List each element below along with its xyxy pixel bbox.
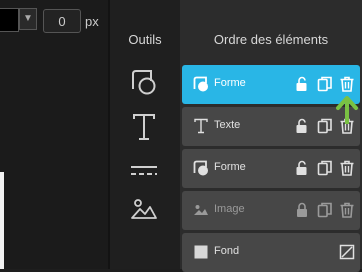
layer-row-text[interactable]: Texte — [182, 107, 360, 146]
lock-icon[interactable] — [294, 202, 310, 218]
stroke-width-unit: px — [85, 14, 99, 29]
properties-panel: ▼ px — [0, 0, 108, 269]
layer-label: Texte — [214, 119, 241, 131]
duplicate-icon[interactable] — [317, 202, 333, 218]
unlock-icon[interactable] — [294, 160, 310, 176]
tools-panel: Outils — [110, 0, 180, 269]
stroke-color-dropdown[interactable]: ▼ — [19, 8, 37, 30]
unlock-icon[interactable] — [294, 118, 310, 134]
line-tool-button[interactable] — [127, 154, 161, 188]
trash-icon[interactable] — [339, 160, 355, 176]
tools-title: Outils — [128, 32, 162, 47]
highlight-arrow-icon — [336, 96, 358, 124]
shape-icon — [193, 76, 208, 92]
layer-row-image[interactable]: Image — [182, 191, 360, 230]
shape-tool-icon — [132, 70, 156, 95]
trash-icon[interactable] — [339, 76, 355, 92]
image-tool-icon — [131, 199, 157, 219]
line-tool-icon — [131, 166, 157, 175]
text-tool-button[interactable] — [127, 110, 161, 144]
stroke-color-swatch[interactable] — [0, 8, 19, 32]
background-icon — [194, 245, 208, 259]
layer-row-shape-1[interactable]: Forme — [182, 65, 360, 104]
canvas-edge — [0, 172, 4, 269]
unlock-icon[interactable] — [294, 76, 310, 92]
text-icon — [194, 118, 208, 134]
layer-label: Forme — [214, 77, 246, 89]
stroke-width-input[interactable] — [43, 9, 81, 33]
layer-label: Fond — [214, 245, 240, 257]
layers-title: Ordre des éléments — [213, 32, 329, 47]
layers-panel: Ordre des éléments Forme Texte Forme Ima… — [180, 0, 362, 272]
duplicate-icon[interactable] — [317, 118, 333, 134]
duplicate-icon[interactable] — [317, 76, 333, 92]
image-icon — [194, 205, 208, 215]
duplicate-icon[interactable] — [317, 160, 333, 176]
text-tool-icon — [133, 114, 155, 140]
resize-icon[interactable] — [339, 244, 355, 260]
shape-icon — [193, 160, 208, 176]
layer-label: Forme — [214, 161, 246, 173]
shape-tool-button[interactable] — [127, 65, 161, 99]
trash-icon[interactable] — [339, 202, 355, 218]
layer-label: Image — [214, 203, 245, 215]
layer-row-background[interactable]: Fond — [182, 233, 360, 272]
layer-row-shape-2[interactable]: Forme — [182, 149, 360, 188]
image-tool-button[interactable] — [127, 192, 161, 226]
